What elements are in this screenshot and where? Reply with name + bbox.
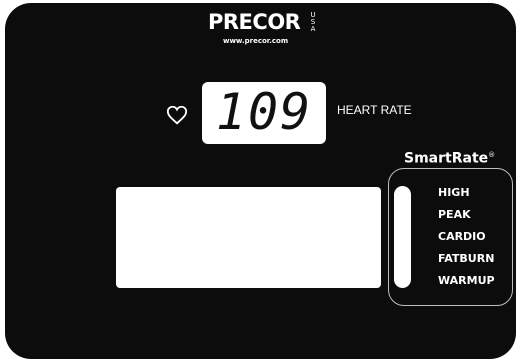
heart-rate-display: 109 (202, 82, 326, 144)
zone-label-cardio: CARDIO (438, 230, 486, 243)
registered-mark: ® (488, 151, 496, 159)
zone-label-high: HIGH (438, 186, 470, 199)
message-display (116, 187, 381, 288)
heart-icon (166, 104, 188, 126)
smartrate-title: SmartRate® (404, 146, 495, 168)
zone-label-peak: PEAK (438, 208, 471, 221)
heart-rate-label: HEART RATE (337, 103, 412, 117)
brand-logo: PRECOR USA www.precor.com (208, 10, 328, 46)
brand-url: www.precor.com (223, 37, 289, 45)
smartrate-zone-indicator (394, 186, 411, 288)
smartrate-zone-list: HIGH PEAK CARDIO FATBURN WARMUP (438, 187, 495, 297)
heart-rate-value: 109 (215, 83, 313, 141)
brand-country: USA (310, 11, 316, 33)
brand-name: PRECOR (208, 10, 301, 34)
zone-label-warmup: WARMUP (438, 274, 495, 287)
smartrate-title-text: SmartRate (404, 150, 489, 167)
zone-label-fatburn: FATBURN (438, 252, 495, 265)
